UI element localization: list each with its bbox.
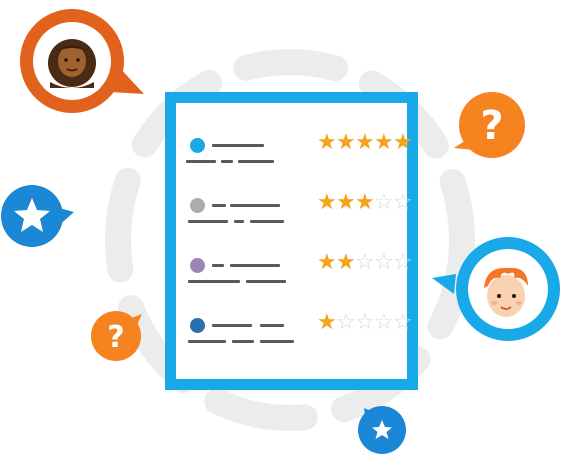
review-row: ★ ★ ☆ ☆ ☆ bbox=[176, 251, 413, 296]
reviewer-dot bbox=[190, 138, 205, 153]
question-icon: ? bbox=[107, 320, 124, 355]
boy-avatar-bubble bbox=[432, 237, 560, 341]
placeholder-text-line bbox=[221, 160, 233, 163]
question-bubble-top: ? bbox=[454, 92, 525, 158]
placeholder-text-line bbox=[212, 264, 224, 267]
question-icon: ? bbox=[480, 103, 503, 149]
review-row: ★ ☆ ☆ ☆ ☆ bbox=[176, 311, 413, 356]
placeholder-text-line bbox=[212, 204, 226, 207]
filled-star-icon: ★ bbox=[317, 250, 337, 275]
placeholder-text-line bbox=[212, 324, 252, 327]
reviewer-dot bbox=[190, 318, 205, 333]
filled-star-icon: ★ bbox=[317, 130, 337, 155]
reviewer-dot bbox=[190, 198, 205, 213]
filled-star-icon: ★ bbox=[317, 190, 337, 215]
placeholder-text-line bbox=[246, 280, 286, 283]
empty-star-icon: ☆ bbox=[355, 250, 375, 275]
reviews-illustration: ? ? ★ ★ ★ ★ ★ ★ ★ ★ ☆ ☆ ★ ★ ☆ ☆ ☆ ★ ☆ ☆ ☆ ☆ bbox=[0, 0, 561, 456]
star-rating: ★ ☆ ☆ ☆ ☆ bbox=[317, 310, 413, 335]
empty-star-icon: ☆ bbox=[374, 190, 394, 215]
filled-star-icon: ★ bbox=[336, 190, 356, 215]
empty-star-icon: ☆ bbox=[355, 310, 375, 335]
star-rating: ★ ★ ★ ★ ★ bbox=[317, 130, 413, 155]
star-bubble-bottom bbox=[358, 406, 406, 454]
star-rating: ★ ★ ★ ☆ ☆ bbox=[317, 190, 413, 215]
filled-star-icon: ★ bbox=[355, 130, 375, 155]
placeholder-text-line bbox=[260, 324, 284, 327]
placeholder-text-line bbox=[230, 264, 280, 267]
placeholder-text-line bbox=[188, 340, 226, 343]
placeholder-text-line bbox=[212, 144, 254, 147]
woman-avatar-bubble bbox=[20, 9, 144, 113]
empty-star-icon: ☆ bbox=[374, 250, 394, 275]
placeholder-text-line bbox=[230, 204, 280, 207]
review-card: ★ ★ ★ ★ ★ ★ ★ ★ ☆ ☆ ★ ★ ☆ ☆ ☆ ★ ☆ ☆ ☆ ☆ bbox=[165, 92, 418, 390]
empty-star-icon: ☆ bbox=[374, 310, 394, 335]
star-rating: ★ ★ ☆ ☆ ☆ bbox=[317, 250, 413, 275]
filled-star-icon: ★ bbox=[336, 250, 356, 275]
filled-star-icon: ★ bbox=[317, 310, 337, 335]
filled-star-icon: ★ bbox=[393, 130, 413, 155]
question-bubble-bottom: ? bbox=[91, 311, 142, 361]
placeholder-text-line bbox=[250, 144, 264, 147]
placeholder-text-line bbox=[250, 220, 284, 223]
placeholder-text-line bbox=[234, 220, 244, 223]
review-row: ★ ★ ★ ☆ ☆ bbox=[176, 191, 413, 236]
review-row: ★ ★ ★ ★ ★ bbox=[176, 131, 413, 176]
placeholder-text-line bbox=[186, 160, 216, 163]
placeholder-text-line bbox=[188, 220, 228, 223]
empty-star-icon: ☆ bbox=[393, 250, 413, 275]
star-bubble-left bbox=[1, 185, 74, 247]
placeholder-text-line bbox=[260, 340, 294, 343]
placeholder-text-line bbox=[232, 340, 254, 343]
filled-star-icon: ★ bbox=[355, 190, 375, 215]
reviewer-dot bbox=[190, 258, 205, 273]
empty-star-icon: ☆ bbox=[393, 310, 413, 335]
placeholder-text-line bbox=[238, 160, 274, 163]
filled-star-icon: ★ bbox=[374, 130, 394, 155]
placeholder-text-line bbox=[188, 280, 240, 283]
filled-star-icon: ★ bbox=[336, 130, 356, 155]
empty-star-icon: ☆ bbox=[393, 190, 413, 215]
empty-star-icon: ☆ bbox=[336, 310, 356, 335]
